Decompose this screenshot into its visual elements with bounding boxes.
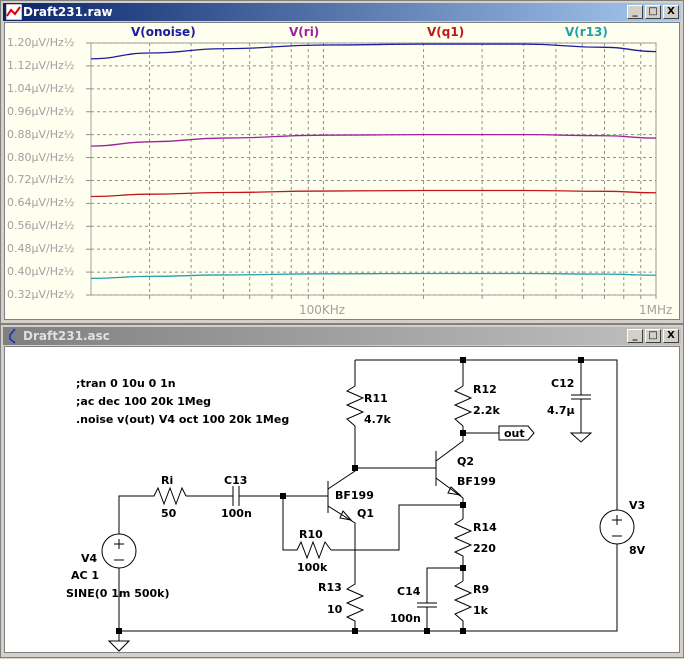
directive-tran[interactable]: ;tran 0 10u 0 1n — [76, 377, 176, 390]
directive-noise[interactable]: .noise v(out) V4 oct 100 20k 1Meg — [76, 413, 289, 426]
v4-ac[interactable]: AC 1 — [71, 569, 99, 582]
r10-value[interactable]: 100k — [297, 561, 328, 574]
q2-name[interactable]: Q2 — [457, 455, 474, 468]
q2-model[interactable]: BF199 — [457, 475, 496, 488]
schematic-canvas[interactable]: ;tran 0 10u 0 1n ;ac dec 100 20k 1Meg .n… — [1, 325, 684, 659]
r13-value[interactable]: 10 — [327, 603, 343, 616]
plot-window: Draft231.raw _ □ X 1.20µV/Hz½ 1.12µV/Hz½ 1… — [0, 0, 684, 324]
y-tick-label: 0.40µV/Hz½ — [7, 265, 75, 279]
resistor-r14 — [453, 518, 473, 581]
y-tick-label: 0.72µV/Hz½ — [7, 173, 75, 187]
v4-name[interactable]: V4 — [81, 552, 98, 565]
ri-name[interactable]: Ri — [161, 474, 173, 487]
v4-value[interactable]: SINE(0 1m 500k) — [66, 587, 170, 600]
trace-vri[interactable] — [90, 133, 657, 147]
schematic-window: Draft231.asc _ □ X ;tran 0 10u 0 1n ;ac … — [0, 324, 684, 658]
v3-name[interactable]: V3 — [629, 499, 645, 512]
c12-name[interactable]: C12 — [551, 377, 574, 390]
trace-vq1[interactable] — [90, 189, 657, 198]
r12-name[interactable]: R12 — [473, 383, 497, 396]
y-tick-label: 0.56µV/Hz½ — [7, 219, 75, 233]
x-tick-label-100k: 100KHz — [299, 303, 346, 317]
plot-frame — [90, 42, 657, 296]
y-tick-label: 1.04µV/Hz½ — [7, 81, 75, 95]
ground-symbol — [569, 432, 593, 443]
y-tick-label: 0.96µV/Hz½ — [7, 104, 75, 118]
out-label[interactable]: out — [504, 427, 525, 440]
ground-symbol — [107, 640, 131, 652]
r14-value[interactable]: 220 — [473, 542, 496, 555]
y-tick-label: 1.12µV/Hz½ — [7, 58, 75, 72]
r9-value[interactable]: 1k — [473, 604, 489, 617]
noise-plot[interactable] — [1, 1, 684, 325]
legend-onoise[interactable]: V(onoise) — [131, 25, 196, 39]
y-tick-label: 0.64µV/Hz½ — [7, 196, 75, 210]
r13-name[interactable]: R13 — [318, 581, 342, 594]
r9-name[interactable]: R9 — [473, 583, 489, 596]
r14-name[interactable]: R14 — [473, 521, 497, 534]
trace-vonoise[interactable] — [90, 43, 657, 60]
c14-value[interactable]: 100n — [390, 612, 421, 625]
y-tick-label: 1.20µV/Hz½ — [7, 36, 75, 49]
y-tick-label: 0.48µV/Hz½ — [7, 242, 75, 256]
legend-ri[interactable]: V(ri) — [289, 25, 319, 39]
c12-value[interactable]: 4.7µ — [547, 404, 575, 417]
y-tick-label: 0.32µV/Hz½ — [7, 288, 75, 301]
transistor-q1 — [327, 468, 356, 581]
y-tick-label: 0.88µV/Hz½ — [7, 127, 75, 141]
legend-q1[interactable]: V(q1) — [427, 25, 464, 39]
resistor-r13 — [345, 581, 365, 631]
resistor-r9 — [453, 580, 473, 631]
resistor-r12 — [453, 385, 473, 427]
r12-value[interactable]: 2.2k — [473, 404, 500, 417]
resistor-r10 — [294, 540, 332, 560]
c14-name[interactable]: C14 — [397, 585, 421, 598]
c13-value[interactable]: 100n — [221, 507, 252, 520]
resistor-ri — [151, 486, 187, 506]
q1-model[interactable]: BF199 — [335, 489, 374, 502]
capacitor-c14 — [417, 602, 437, 608]
ri-value[interactable]: 50 — [161, 507, 177, 520]
directive-ac[interactable]: ;ac dec 100 20k 1Meg — [76, 395, 211, 408]
x-tick-label-1M: 1MHz — [639, 303, 673, 317]
r11-value[interactable]: 4.7k — [364, 413, 391, 426]
r11-name[interactable]: R11 — [364, 392, 388, 405]
y-tick-label: 0.80µV/Hz½ — [7, 150, 75, 164]
capacitor-c12 — [571, 360, 591, 433]
v3-value[interactable]: 8V — [629, 544, 646, 557]
capacitor-c13 — [232, 486, 240, 506]
trace-vr13[interactable] — [90, 272, 657, 280]
c13-name[interactable]: C13 — [224, 474, 247, 487]
legend-r13[interactable]: V(r13) — [565, 25, 608, 39]
q1-name[interactable]: Q1 — [357, 507, 374, 520]
resistor-r11 — [345, 385, 365, 427]
r10-name[interactable]: R10 — [299, 528, 323, 541]
